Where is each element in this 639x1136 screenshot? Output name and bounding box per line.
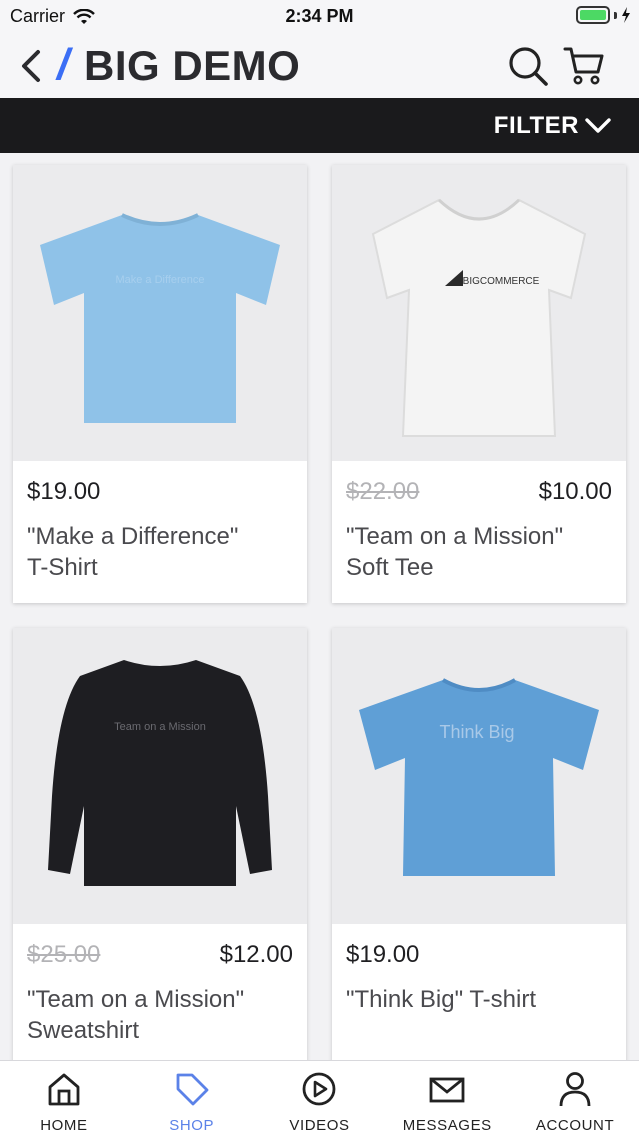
product-name-line: "Team on a Mission" (27, 986, 245, 1013)
tshirt-image: BIGCOMMERCE (371, 198, 587, 437)
price: $10.00 (538, 478, 612, 505)
status-time: 2:34 PM (285, 6, 354, 26)
product-name-line: Sweatshirt (27, 1017, 140, 1044)
product-image: Make a Difference (13, 165, 307, 461)
tab-label: SHOP (169, 1117, 215, 1134)
product-name: "Make a Difference" T-Shirt (27, 521, 293, 583)
tab-videos[interactable]: VIDEOS (256, 1061, 384, 1136)
chevron-down-icon (585, 117, 611, 133)
price-row: $19.00 (346, 940, 612, 970)
tab-home[interactable]: HOME (0, 1061, 128, 1136)
product-card[interactable]: Think Big $19.00 "Think Big" T-shirt (332, 628, 626, 1060)
shirt-print: Make a Difference (115, 274, 204, 286)
brand-slash: / (57, 40, 70, 89)
tshirt-image: Think Big (359, 678, 599, 876)
chevron-left-icon (22, 50, 40, 82)
tab-messages[interactable]: MESSAGES (383, 1061, 511, 1136)
play-icon (299, 1069, 339, 1109)
shirt-print: BIGCOMMERCE (463, 276, 540, 287)
user-icon (555, 1069, 595, 1109)
product-info: $19.00 "Make a Difference" T-Shirt (13, 461, 307, 595)
status-bar: Carrier 2:34 PM (0, 0, 639, 34)
tab-label: ACCOUNT (535, 1117, 615, 1134)
product-name-line: T-Shirt (27, 554, 98, 581)
price-row: $19.00 (27, 477, 293, 507)
product-name-line: "Make a Difference" (27, 523, 239, 550)
tab-bar: HOME SHOP VIDEOS MESSAGES ACCOUNT (0, 1060, 639, 1136)
shirt-body (359, 680, 599, 876)
tshirt-image: Make a Difference (40, 213, 280, 423)
product-info: $19.00 "Think Big" T-shirt (332, 924, 626, 1027)
price: $19.00 (27, 478, 101, 505)
cart-button[interactable] (562, 44, 606, 88)
filter-bar: FILTER (0, 98, 639, 153)
product-info: $25.00 $12.00 "Team on a Mission" Sweats… (13, 924, 307, 1058)
sweatshirt-image: Team on a Mission (48, 660, 272, 886)
tag-icon (172, 1069, 212, 1109)
product-grid: Make a Difference $19.00 "Make a Differe… (0, 153, 639, 1060)
tab-label: MESSAGES (402, 1117, 492, 1134)
price: $12.00 (219, 941, 293, 968)
search-button[interactable] (506, 44, 550, 88)
product-name: "Team on a Mission" Sweatshirt (27, 984, 293, 1046)
charging-icon (622, 7, 630, 23)
product-image: Think Big (332, 628, 626, 924)
product-name-line: "Think Big" T-shirt (346, 986, 536, 1013)
product-image: Team on a Mission (13, 628, 307, 924)
battery-tip (614, 11, 617, 19)
product-name-line: "Team on a Mission" (346, 523, 564, 550)
price: $19.00 (346, 941, 420, 968)
product-name-line: Soft Tee (346, 554, 434, 581)
product-name: "Think Big" T-shirt (346, 984, 612, 1015)
price-row: $22.00 $10.00 (346, 477, 612, 507)
shirt-print: Think Big (439, 722, 514, 742)
product-info: $22.00 $10.00 "Team on a Mission" Soft T… (332, 461, 626, 595)
tab-label: HOME (40, 1117, 88, 1134)
tab-label: VIDEOS (289, 1117, 350, 1134)
page-title: BIG DEMO (84, 42, 301, 89)
filter-label: FILTER (493, 111, 579, 139)
status-right (576, 6, 631, 24)
old-price: $22.00 (346, 478, 420, 505)
filter-button[interactable]: FILTER (494, 112, 611, 140)
product-image: BIGCOMMERCE (332, 165, 626, 461)
battery-icon (576, 6, 610, 24)
tab-shop[interactable]: SHOP (128, 1061, 256, 1136)
home-icon (44, 1069, 84, 1109)
back-button[interactable] (16, 48, 46, 84)
product-name: "Team on a Mission" Soft Tee (346, 521, 612, 583)
product-card[interactable]: Team on a Mission $25.00 $12.00 "Team on… (13, 628, 307, 1060)
mail-icon (427, 1069, 467, 1109)
price-row: $25.00 $12.00 (27, 940, 293, 970)
nav-bar: / BIG DEMO (0, 34, 639, 98)
product-card[interactable]: Make a Difference $19.00 "Make a Differe… (13, 165, 307, 603)
shirt-print: Team on a Mission (114, 721, 206, 733)
shirt-body (371, 198, 587, 437)
cart-icon (563, 47, 604, 85)
search-icon (509, 47, 548, 86)
old-price: $25.00 (27, 941, 101, 968)
shirt-body (40, 215, 280, 423)
shirt-body (48, 660, 272, 886)
tab-account[interactable]: ACCOUNT (511, 1061, 639, 1136)
product-card[interactable]: BIGCOMMERCE $22.00 $10.00 "Team on a Mis… (332, 165, 626, 603)
